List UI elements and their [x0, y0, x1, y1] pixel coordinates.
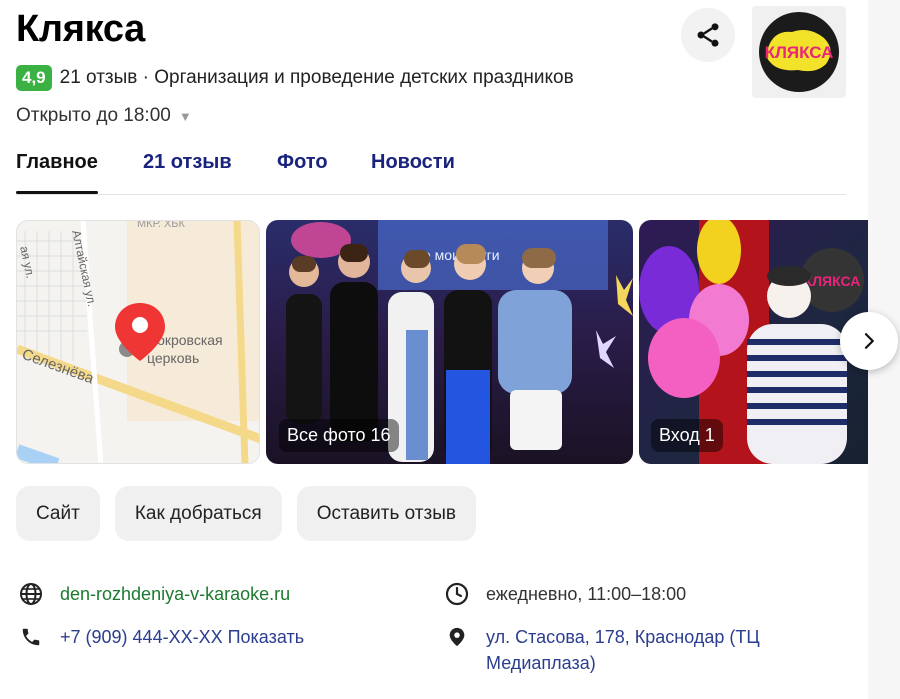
entry-label[interactable]: Вход 1 — [651, 419, 723, 452]
photos-card[interactable]: се мои други — [266, 220, 633, 464]
svg-text:церковь: церковь — [147, 350, 199, 366]
entry-photo-card[interactable]: КЛЯКСА Вход 1 — [639, 220, 868, 464]
reviews-and-category: 21 отзыв · Организация и проведение детс… — [59, 67, 574, 88]
schedule-row: ежедневно, 11:00–18:00 — [444, 581, 686, 607]
address-line-1: ул. Стасова, 178, Краснодар (ТЦ — [486, 627, 760, 647]
phone-link[interactable]: +7 (909) 444-XX-XX Показать — [60, 624, 304, 650]
share-icon — [697, 23, 719, 47]
website-row: den-rozhdeniya-v-karaoke.ru — [18, 581, 290, 607]
map-preview[interactable]: МКР. ХБК Алтайская ул. ая ул. Селезнёва … — [16, 220, 260, 464]
svg-text:КЛЯКСА: КЛЯКСА — [804, 273, 861, 289]
phone-row: +7 (909) 444-XX-XX Показать — [18, 624, 304, 650]
rating-row: 4,9 21 отзыв · Организация и проведение … — [16, 64, 574, 92]
all-photos-label[interactable]: Все фото 16 — [279, 419, 399, 452]
address-link[interactable]: ул. Стасова, 178, Краснодар (ТЦ Медиапла… — [486, 624, 760, 676]
action-buttons: Сайт Как добраться Оставить отзыв — [16, 486, 476, 541]
location-pin-icon — [444, 624, 470, 650]
business-title: Клякса — [16, 8, 145, 50]
phone-icon — [18, 624, 44, 650]
hours-status-text: Открыто до 18:00 — [16, 105, 171, 126]
media-gallery: МКР. ХБК Алтайская ул. ая ул. Селезнёва … — [16, 220, 868, 464]
directions-button[interactable]: Как добраться — [114, 486, 282, 541]
tab-main[interactable]: Главное — [16, 148, 98, 194]
hours-status[interactable]: Открыто до 18:00 ▼ — [16, 103, 192, 129]
website-button[interactable]: Сайт — [16, 486, 100, 541]
tab-reviews[interactable]: 21 отзыв — [143, 148, 232, 194]
share-button[interactable] — [681, 8, 735, 62]
rating-badge[interactable]: 4,9 — [16, 65, 52, 91]
gallery-next-button[interactable] — [840, 312, 898, 370]
svg-text:КЛЯКСА: КЛЯКСА — [765, 43, 834, 62]
tab-photos[interactable]: Фото — [277, 148, 328, 194]
address-row: ул. Стасова, 178, Краснодар (ТЦ Медиапла… — [444, 624, 760, 676]
leave-review-button[interactable]: Оставить отзыв — [296, 486, 476, 541]
schedule-text[interactable]: ежедневно, 11:00–18:00 — [486, 581, 686, 607]
caret-down-icon: ▼ — [178, 108, 192, 124]
website-link[interactable]: den-rozhdeniya-v-karaoke.ru — [60, 581, 290, 607]
tab-news[interactable]: Новости — [371, 148, 455, 194]
clock-icon — [444, 581, 470, 607]
chevron-right-icon — [864, 333, 874, 349]
svg-text:МКР. ХБК: МКР. ХБК — [137, 221, 185, 230]
tabs-bar: Главное 21 отзыв Фото Новости — [16, 148, 846, 195]
address-line-2: Медиаплаза) — [486, 653, 596, 673]
business-logo[interactable]: КЛЯКСА — [752, 6, 846, 98]
globe-icon — [18, 581, 44, 607]
map-image: МКР. ХБК Алтайская ул. ая ул. Селезнёва … — [17, 221, 259, 463]
logo-image: КЛЯКСА — [759, 12, 839, 92]
